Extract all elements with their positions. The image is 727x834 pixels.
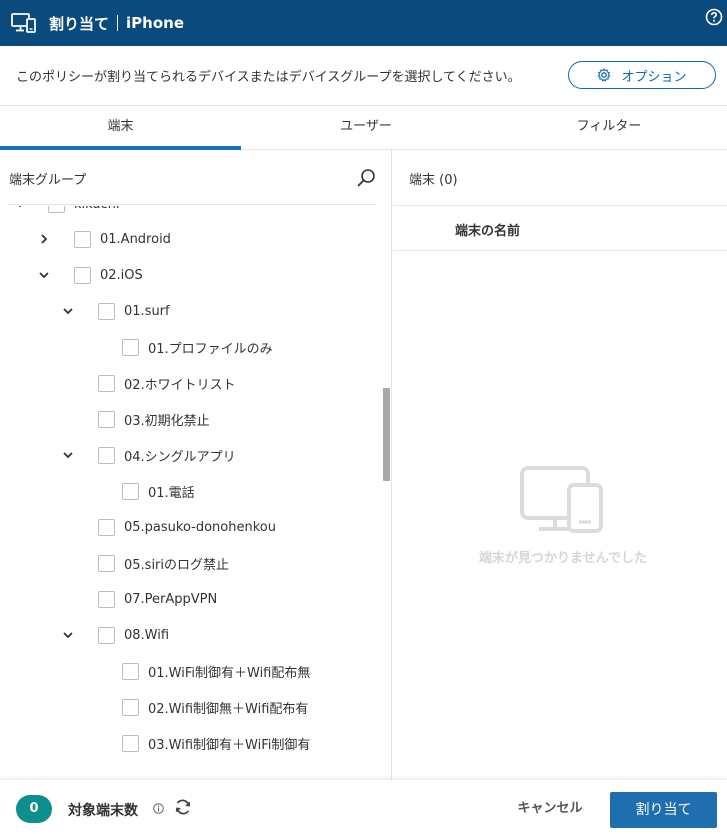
column-header: 端末の名前 (393, 206, 727, 251)
tree-checkbox[interactable] (48, 206, 65, 213)
tree-node[interactable]: 01.Android (38, 221, 171, 257)
tree-label: 08.Wifi (124, 627, 170, 643)
search-icon[interactable] (355, 167, 377, 189)
tree-label: kikuchi (74, 206, 120, 212)
footer-bar: 0 対象端末数 キャンセル 割り当て (0, 780, 727, 834)
tree-label: 03.初期化禁止 (124, 413, 210, 429)
chevron-down-icon[interactable] (14, 206, 26, 210)
device-list-pane: 端末 (0) 端末の名前 端末が見つかりませんでした (393, 150, 727, 780)
tree-node[interactable]: 07.PerAppVPN (98, 581, 217, 617)
device-list-header: 端末 (0) (393, 150, 727, 206)
device-group-title: 端末グループ (9, 173, 87, 188)
tree-node[interactable]: 04.シングルアプリ (62, 437, 236, 473)
tree-checkbox[interactable] (98, 374, 115, 392)
tab-users[interactable]: ユーザー (241, 106, 491, 149)
tree-checkbox[interactable] (98, 302, 115, 320)
device-group-tree: kikuchi 01.Android 02.iOS 01.surf 01.プロフ… (0, 206, 380, 780)
empty-message: 端末が見つかりませんでした (479, 551, 647, 566)
page-subtitle: iPhone (126, 14, 184, 32)
tree-label: 02.iOS (100, 267, 143, 283)
devices-empty-icon (520, 466, 603, 533)
tree-checkbox[interactable] (98, 446, 115, 464)
tree-checkbox[interactable] (74, 266, 91, 284)
tree-node[interactable]: 05.siriのログ禁止 (98, 545, 229, 581)
tree-label: 05.siriのログ禁止 (124, 557, 230, 573)
tree-node[interactable]: 02.iOS (38, 257, 143, 293)
tree-label: 01.WiFi制御有＋Wifi配布無 (148, 665, 311, 681)
cancel-button[interactable]: キャンセル (505, 795, 595, 823)
option-button-label: オプション (621, 69, 687, 85)
scrollbar-thumb[interactable] (383, 388, 390, 481)
tree-checkbox[interactable] (98, 554, 115, 572)
chevron-down-icon[interactable] (62, 629, 74, 641)
tree-checkbox[interactable] (122, 338, 139, 356)
devices-icon (11, 13, 36, 33)
info-icon[interactable] (153, 803, 164, 814)
column-device-name[interactable]: 端末の名前 (455, 220, 520, 239)
page-title: 割り当て (49, 14, 110, 33)
tab-filter[interactable]: フィルター (491, 106, 727, 149)
tree-checkbox[interactable] (98, 590, 115, 608)
device-count-title: 端末 (0) (409, 173, 458, 188)
device-group-pane: 端末グループ kikuchi 01.Android 02.iOS 01.surf (0, 150, 392, 780)
chevron-right-icon[interactable] (38, 233, 50, 245)
tree-checkbox[interactable] (122, 698, 139, 716)
help-icon[interactable] (705, 8, 723, 26)
tree-label: 01.Android (100, 231, 171, 247)
tree-checkbox[interactable] (98, 518, 115, 536)
count-label: 対象端末数 (68, 803, 138, 819)
description-row: このポリシーが割り当てられるデバイスまたはデバイスグループを選択してください。 … (0, 46, 727, 106)
chevron-down-icon[interactable] (62, 305, 74, 317)
chevron-down-icon[interactable] (62, 449, 74, 461)
tree-node[interactable]: 02.ホワイトリスト (98, 365, 236, 401)
tree-label: 05.pasuko-donohenkou (124, 519, 276, 535)
device-group-header: 端末グループ (0, 150, 391, 206)
tree-node[interactable]: 01.WiFi制御有＋Wifi配布無 (122, 653, 310, 689)
tree-node[interactable]: 03.Wifi制御有＋WiFi制御有 (122, 725, 310, 761)
option-button[interactable]: オプション (568, 61, 716, 89)
tree-node[interactable]: 05.pasuko-donohenkou (98, 509, 276, 545)
tree-label: 04.シングルアプリ (124, 449, 236, 465)
tree-label: 01.surf (124, 303, 170, 319)
tree-label: 07.PerAppVPN (124, 591, 218, 607)
tree-node[interactable]: 01.surf (62, 293, 170, 329)
tree-label: 02.ホワイトリスト (124, 377, 236, 393)
header-divider (8, 204, 377, 205)
tree-label: 01.プロファイルのみ (148, 341, 273, 357)
tree-checkbox[interactable] (98, 410, 115, 428)
assign-button[interactable]: 割り当て (610, 792, 717, 828)
tree-node[interactable]: 03.初期化禁止 (98, 401, 210, 437)
tab-devices[interactable]: 端末 (0, 106, 241, 150)
title-bar: 割り当て iPhone (0, 0, 727, 46)
tree-checkbox[interactable] (74, 230, 91, 248)
count-badge: 0 (16, 795, 52, 823)
title-divider (117, 15, 119, 31)
tab-bar: 端末 ユーザー フィルター (0, 106, 727, 150)
tree-label: 01.電話 (148, 485, 195, 501)
tree-label: 03.Wifi制御有＋WiFi制御有 (148, 737, 311, 753)
tree-checkbox[interactable] (122, 482, 139, 500)
tree-node[interactable]: 01.電話 (122, 473, 195, 509)
description-text: このポリシーが割り当てられるデバイスまたはデバイスグループを選択してください。 (16, 70, 521, 85)
tree-node[interactable]: kikuchi (14, 206, 120, 222)
tree-checkbox[interactable] (122, 734, 139, 752)
tree-checkbox[interactable] (98, 626, 115, 644)
tree-label: 02.Wifi制御無＋Wifi配布有 (148, 701, 309, 717)
tree-node[interactable]: 02.Wifi制御無＋Wifi配布有 (122, 689, 308, 725)
gear-icon (598, 68, 611, 82)
refresh-icon[interactable] (174, 798, 192, 816)
tree-node[interactable]: 01.プロファイルのみ (122, 329, 273, 365)
tree-node[interactable]: 08.Wifi (62, 617, 169, 653)
chevron-down-icon[interactable] (38, 269, 50, 281)
tree-checkbox[interactable] (122, 662, 139, 680)
